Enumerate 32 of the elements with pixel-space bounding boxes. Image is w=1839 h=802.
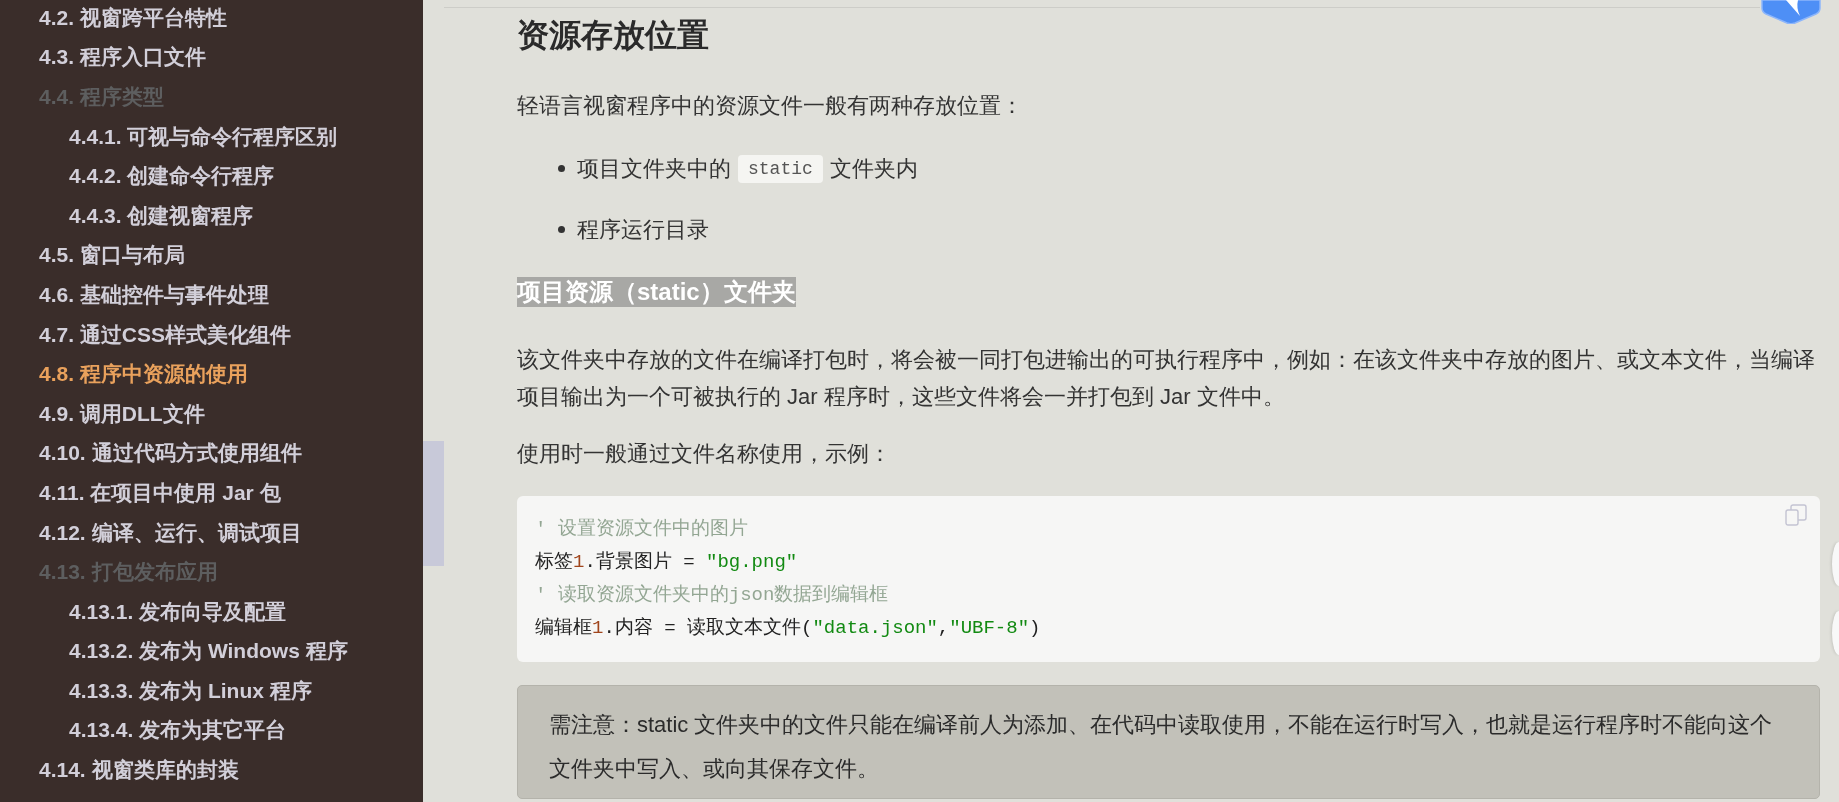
- sidebar-item[interactable]: 4.3. 程序入口文件: [39, 44, 206, 71]
- sidebar-item[interactable]: 4.6. 基础控件与事件处理: [39, 281, 269, 308]
- list-item-text: 项目文件夹中的: [577, 155, 731, 183]
- code-line: ' 读取资源文件夹中的json数据到编辑框: [535, 583, 889, 608]
- note-text: 需注意：static 文件夹中的文件只能在编译前人为添加、在代码中读取使用，不能在运行时写入，也就是运行程序时不能向这个文件夹中写入、或向其保存文件。: [549, 711, 1774, 783]
- list-item-text: 程序运行目录: [577, 216, 709, 244]
- sidebar-item[interactable]: 4.9. 调用DLL文件: [39, 400, 205, 427]
- scrollbar-thumb[interactable]: [423, 441, 444, 566]
- code-line: ' 设置资源文件中的图片: [535, 517, 748, 542]
- bullet-icon: [558, 226, 565, 233]
- paragraph: 使用时一般通过文件名称使用，示例：: [517, 440, 892, 468]
- page-heading: 资源存放位置: [517, 16, 710, 55]
- list-item-text: 文件夹内: [829, 155, 918, 183]
- sidebar-item[interactable]: 4.10. 通过代码方式使用组件: [39, 440, 302, 467]
- sidebar-item[interactable]: 4.7. 通过CSS样式美化组件: [39, 321, 292, 348]
- paragraph: 轻语言视窗程序中的资源文件一般有两种存放位置：: [517, 92, 1024, 120]
- code-line: 编辑框1.内容 = 读取文本文件("data.json","UBF-8"): [535, 616, 1041, 641]
- sidebar-item[interactable]: 4.5. 窗口与布局: [39, 242, 185, 269]
- sidebar-item[interactable]: 4.14. 视窗类库的封装: [39, 757, 239, 784]
- copy-icon[interactable]: [1785, 504, 1807, 526]
- sidebar-item[interactable]: 4.8. 程序中资源的使用: [39, 361, 248, 388]
- sidebar-item[interactable]: 4.12. 编译、运行、调试项目: [39, 519, 302, 546]
- bullet-icon: [558, 165, 565, 172]
- sidebar-item[interactable]: 4.2. 视窗跨平台特性: [39, 4, 227, 31]
- sidebar-item[interactable]: 4.11. 在项目中使用 Jar 包: [39, 479, 281, 506]
- hexagon-logo-icon[interactable]: [1760, 0, 1822, 24]
- section-heading: 项目资源（static）文件夹: [517, 277, 796, 307]
- side-float-button[interactable]: [1832, 542, 1839, 586]
- paragraph: 该文件夹中存放的文件在编译打包时，将会被一同打包进输出的可执行程序中，例如：在该文件夹中存放的图片、或文本文件，当编译项目输出为一个可被执行的 Jar 程序时，这些文件将会一并打包到 Jar 文件中。: [517, 346, 1816, 411]
- code-line: 标签1.背景图片 = "bg.png": [535, 550, 798, 575]
- side-float-button[interactable]: [1832, 611, 1839, 655]
- inline-code: static: [738, 154, 823, 183]
